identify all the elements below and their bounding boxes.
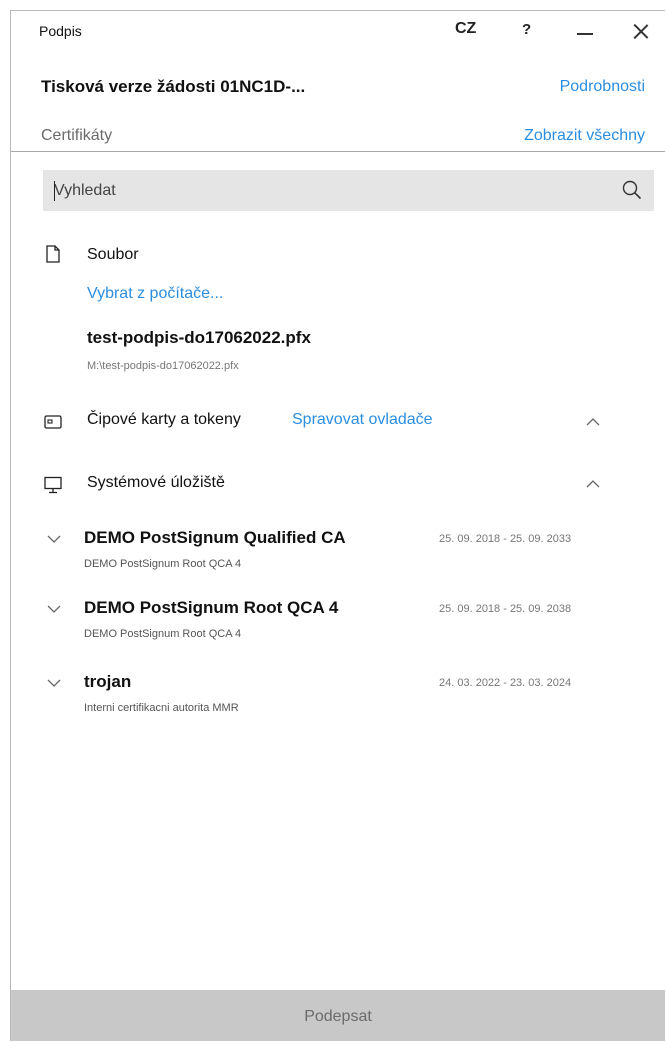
minimize-icon[interactable]	[577, 33, 593, 35]
chevron-down-icon[interactable]	[47, 604, 61, 614]
certificate-name[interactable]: DEMO PostSignum Root QCA 4	[84, 598, 338, 618]
language-button[interactable]: CZ	[455, 20, 476, 38]
text-caret	[54, 181, 55, 201]
sign-dialog: Podpis CZ ? Tisková verze žádosti 01NC1D…	[10, 10, 665, 1041]
smartcard-section-label: Čipové karty a tokeny	[87, 411, 241, 428]
monitor-icon	[44, 476, 62, 494]
search-box	[43, 170, 654, 211]
close-icon[interactable]	[633, 23, 649, 39]
manage-drivers-link[interactable]: Spravovat ovladače	[292, 411, 433, 429]
show-all-link[interactable]: Zobrazit všechny	[524, 127, 645, 145]
certificate-name[interactable]: trojan	[84, 672, 131, 692]
certificate-item[interactable]: trojan 24. 03. 2022 - 23. 03. 2024 Inter…	[11, 672, 665, 722]
search-input[interactable]	[43, 170, 603, 211]
selected-file-path: M:\test-podpis-do17062022.pfx	[87, 360, 239, 372]
certificate-item[interactable]: DEMO PostSignum Root QCA 4 25. 09. 2018 …	[11, 598, 665, 648]
chevron-down-icon[interactable]	[47, 534, 61, 544]
certificate-issuer: DEMO PostSignum Root QCA 4	[84, 628, 242, 640]
certificate-name[interactable]: DEMO PostSignum Qualified CA	[84, 528, 346, 548]
certificate-validity: 24. 03. 2022 - 23. 03. 2024	[439, 677, 572, 689]
certificates-label: Certifikáty	[41, 127, 113, 144]
chevron-up-icon[interactable]	[586, 477, 600, 491]
smartcard-icon	[44, 415, 62, 429]
certificate-validity: 25. 09. 2018 - 25. 09. 2038	[439, 603, 572, 615]
choose-from-computer-link[interactable]: Vybrat z počítače...	[87, 285, 223, 303]
certificate-validity: 25. 09. 2018 - 25. 09. 2033	[439, 533, 572, 545]
title-bar: Podpis CZ ?	[11, 11, 665, 49]
sign-button[interactable]: Podepsat	[11, 990, 665, 1041]
search-icon[interactable]	[622, 180, 642, 200]
selected-file-name[interactable]: test-podpis-do17062022.pfx	[87, 328, 311, 348]
certificate-issuer: Interni certifikacni autorita MMR	[84, 702, 239, 714]
document-title: Tisková verze žádosti 01NC1D-...	[41, 77, 306, 96]
chevron-up-icon[interactable]	[586, 415, 600, 429]
chevron-down-icon[interactable]	[47, 678, 61, 688]
file-section-label: Soubor	[87, 246, 139, 263]
certificate-issuer: DEMO PostSignum Root QCA 4	[84, 558, 242, 570]
header-divider	[11, 151, 665, 152]
file-icon	[46, 245, 60, 263]
certificate-item[interactable]: DEMO PostSignum Qualified CA 25. 09. 201…	[11, 528, 665, 578]
details-link[interactable]: Podrobnosti	[560, 78, 645, 96]
window-title: Podpis	[39, 23, 82, 39]
system-store-label: Systémové úložiště	[87, 474, 225, 491]
help-button[interactable]: ?	[522, 21, 531, 38]
